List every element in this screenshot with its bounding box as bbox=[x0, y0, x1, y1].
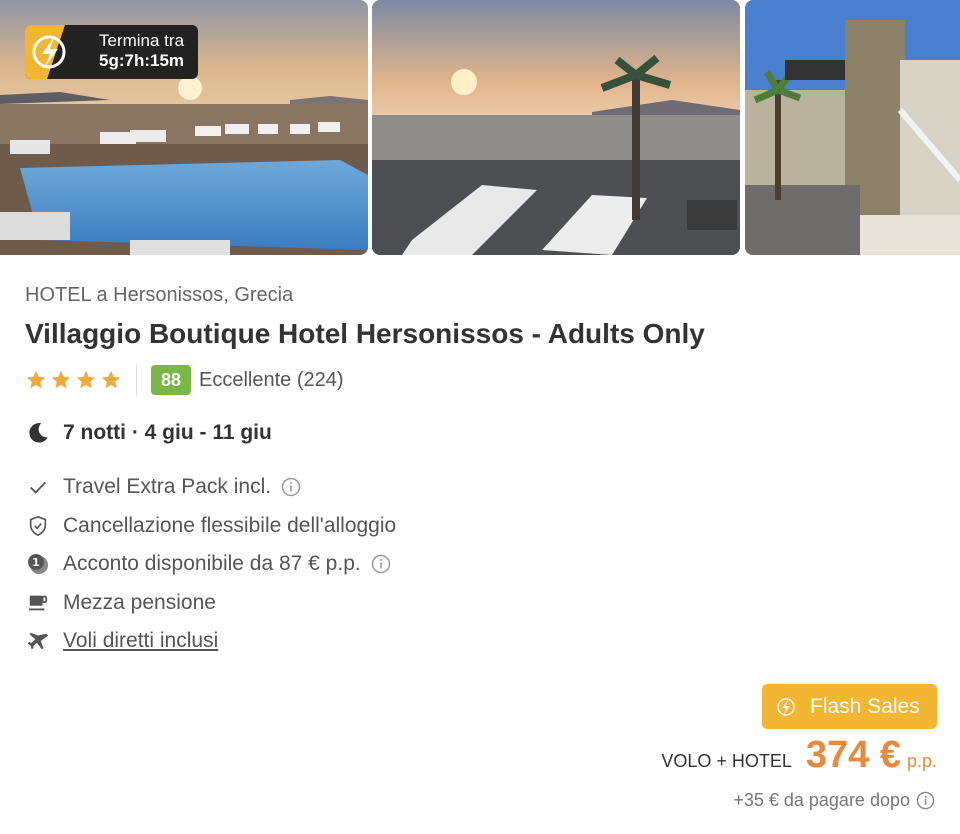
info-icon[interactable] bbox=[916, 791, 935, 810]
airplane-icon bbox=[25, 628, 51, 654]
star-rating bbox=[25, 369, 122, 391]
svg-text:1: 1 bbox=[32, 556, 40, 569]
star-icon bbox=[51, 370, 71, 389]
hotel-photo-building[interactable] bbox=[745, 0, 960, 255]
info-icon[interactable] bbox=[281, 477, 301, 497]
direct-flights-link[interactable]: Voli diretti inclusi bbox=[63, 629, 218, 653]
star-icon bbox=[101, 370, 121, 389]
coffee-cup-icon bbox=[25, 590, 51, 616]
hotel-name[interactable]: Villaggio Boutique Hotel Hersonissos - A… bbox=[25, 318, 705, 350]
flash-icon bbox=[777, 697, 795, 716]
deposit-icon: 1 bbox=[25, 551, 51, 577]
price-unit: p.p. bbox=[906, 751, 937, 771]
price-row: VOLO + HOTEL 374 € p.p. bbox=[661, 734, 937, 777]
stay-dates: 7 notti · 4 giu - 11 giu bbox=[25, 420, 272, 446]
hotel-photo-terrace[interactable] bbox=[372, 0, 740, 255]
feature-text: Acconto disponibile da 87 € p.p. bbox=[63, 552, 361, 576]
extra-payment: +35 € da pagare dopo bbox=[733, 790, 935, 811]
lightning-icon bbox=[25, 25, 89, 79]
offer-countdown: Termina tra 5g:7h:15m bbox=[25, 25, 199, 79]
feature-cancellation: Cancellazione flessibile dell'alloggio bbox=[25, 507, 396, 546]
feature-travel-pack: Travel Extra Pack incl. bbox=[25, 468, 396, 507]
feature-list: Travel Extra Pack incl. Cancellazione fl… bbox=[25, 468, 396, 661]
info-icon[interactable] bbox=[371, 554, 391, 574]
countdown-label: Termina tra bbox=[99, 31, 185, 50]
feature-text: Cancellazione flessibile dell'alloggio bbox=[63, 513, 397, 537]
feature-text: Travel Extra Pack incl. bbox=[63, 475, 272, 499]
price-value[interactable]: 374 € bbox=[806, 734, 901, 777]
shield-check-icon bbox=[25, 513, 51, 539]
check-icon bbox=[25, 474, 51, 500]
feature-half-board: Mezza pensione bbox=[25, 584, 396, 623]
photo-gallery: Termina tra 5g:7h:15m bbox=[0, 0, 960, 255]
rating-divider bbox=[136, 364, 137, 396]
feature-direct-flights[interactable]: Voli diretti inclusi bbox=[25, 622, 396, 661]
star-icon bbox=[26, 370, 46, 389]
star-icon bbox=[76, 370, 96, 389]
hotel-location: HOTEL a Hersonissos, Grecia bbox=[25, 284, 294, 306]
flash-sales-label: Flash Sales bbox=[810, 694, 920, 718]
moon-icon bbox=[29, 423, 48, 443]
extra-payment-text: +35 € da pagare dopo bbox=[733, 790, 910, 810]
feature-deposit: 1 Acconto disponibile da 87 € p.p. bbox=[25, 545, 396, 584]
rating-row: 88 Eccellente (224) bbox=[25, 364, 344, 396]
review-summary[interactable]: Eccellente (224) bbox=[199, 369, 344, 392]
countdown-value: 5g:7h:15m bbox=[99, 51, 185, 70]
flash-sales-badge: Flash Sales bbox=[762, 684, 937, 729]
review-score-badge: 88 bbox=[151, 365, 191, 395]
feature-text: Mezza pensione bbox=[63, 590, 216, 614]
stay-dates-text: 7 notti · 4 giu - 11 giu bbox=[63, 421, 272, 444]
price-label: VOLO + HOTEL bbox=[661, 751, 792, 771]
